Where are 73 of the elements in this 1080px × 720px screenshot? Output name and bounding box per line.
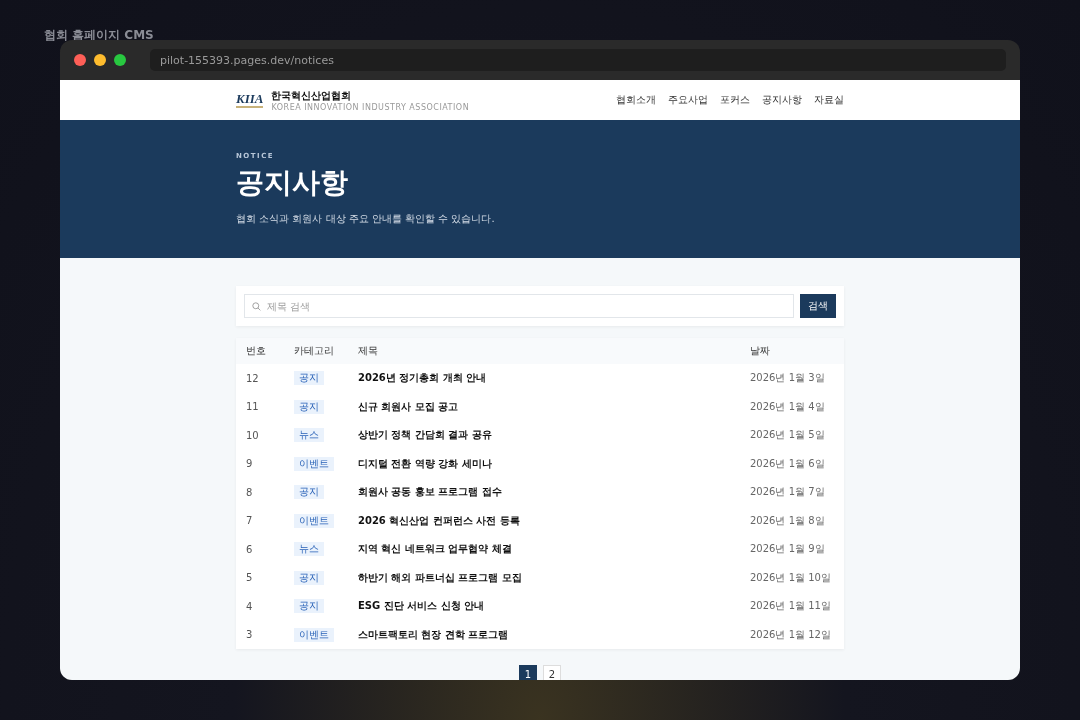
row-number: 11 — [246, 401, 260, 413]
category-tag: 이벤트 — [294, 627, 334, 642]
notice-title-link[interactable]: 회원사 공동 홍보 프로그램 접수 — [358, 485, 750, 500]
notice-title-link[interactable]: 상반기 정책 간담회 결과 공유 — [358, 428, 750, 443]
category-tag: 공지 — [294, 599, 324, 614]
search-button[interactable]: 검색 — [800, 294, 836, 318]
row-number: 12 — [246, 372, 260, 384]
table-row[interactable]: 7 이벤트 2026 혁신산업 컨퍼런스 사전 등록 2026년 1월 8일 — [236, 506, 844, 535]
table-row[interactable]: 10 뉴스 상반기 정책 간담회 결과 공유 2026년 1월 5일 — [236, 421, 844, 450]
column-header: 카테고리 — [294, 344, 335, 358]
row-number: 8 — [246, 486, 254, 498]
notice-date: 2026년 1월 4일 — [750, 399, 826, 414]
notice-title-link[interactable]: 하반기 해외 파트너십 프로그램 모집 — [358, 570, 750, 585]
category-tag: 공지 — [294, 485, 324, 500]
notice-title-link[interactable]: 스마트팩토리 현장 견학 프로그램 — [358, 627, 750, 642]
table-row[interactable]: 5 공지 하반기 해외 파트너십 프로그램 모집 2026년 1월 10일 — [236, 563, 844, 592]
category-tag: 뉴스 — [294, 542, 324, 557]
minimize-button[interactable] — [94, 54, 106, 66]
notice-date: 2026년 1월 7일 — [750, 485, 826, 500]
close-button[interactable] — [74, 54, 86, 66]
nav-link[interactable]: 포커스 — [720, 93, 750, 107]
notice-title-link[interactable]: ESG 진단 서비스 신청 안내 — [358, 599, 750, 614]
row-number: 6 — [246, 543, 254, 555]
table-row[interactable]: 6 뉴스 지역 혁신 네트워크 업무협약 체결 2026년 1월 9일 — [236, 535, 844, 564]
row-number: 4 — [246, 600, 254, 612]
search-icon — [252, 301, 261, 311]
search-field[interactable]: 제목 검색 — [244, 294, 794, 318]
row-number: 3 — [246, 629, 254, 641]
page-button[interactable]: 2 — [543, 665, 561, 680]
notice-date: 2026년 1월 3일 — [750, 371, 826, 386]
notice-date: 2026년 1월 6일 — [750, 456, 826, 471]
column-header: 날짜 — [750, 344, 771, 358]
table-row[interactable]: 9 이벤트 디지털 전환 역량 강화 세미나 2026년 1월 6일 — [236, 449, 844, 478]
nav-link[interactable]: 주요사업 — [668, 93, 708, 107]
table-row[interactable]: 12 공지 2026년 정기총회 개최 안내 2026년 1월 3일 — [236, 364, 844, 393]
row-number: 7 — [246, 515, 254, 527]
row-number: 9 — [246, 458, 254, 470]
nav-link[interactable]: 공지사항 — [762, 93, 802, 107]
notice-date: 2026년 1월 11일 — [750, 599, 832, 614]
org-subtitle: KOREA INNOVATION INDUSTRY ASSOCIATION — [271, 102, 470, 112]
page-button[interactable]: 1 — [519, 665, 537, 680]
table-row[interactable]: 4 공지 ESG 진단 서비스 신청 안내 2026년 1월 11일 — [236, 592, 844, 621]
notice-date: 2026년 1월 8일 — [750, 513, 826, 528]
category-tag: 공지 — [294, 399, 324, 414]
category-tag: 이벤트 — [294, 513, 334, 528]
notice-title-link[interactable]: 2026년 정기총회 개최 안내 — [358, 371, 750, 386]
page-title: 공지사항 — [236, 165, 349, 201]
nav-link[interactable]: 협회소개 — [616, 93, 656, 107]
row-number: 10 — [246, 429, 260, 441]
notice-title-link[interactable]: 지역 혁신 네트워크 업무협약 체결 — [358, 542, 750, 557]
row-number: 5 — [246, 572, 254, 584]
nav-link[interactable]: 자료실 — [814, 93, 844, 107]
address-bar[interactable]: pilot-155393.pages.dev/notices — [150, 49, 1006, 71]
notice-date: 2026년 1월 10일 — [750, 570, 832, 585]
table-row[interactable]: 11 공지 신규 회원사 모집 공고 2026년 1월 4일 — [236, 392, 844, 421]
category-tag: 공지 — [294, 570, 324, 585]
logo[interactable]: KIIA — [236, 92, 264, 108]
page-description: 협회 소식과 회원사 대상 주요 안내를 확인할 수 있습니다. — [236, 212, 496, 226]
notice-title-link[interactable]: 신규 회원사 모집 공고 — [358, 399, 750, 414]
notice-date: 2026년 1월 5일 — [750, 428, 826, 443]
notice-date: 2026년 1월 12일 — [750, 627, 832, 642]
column-header: 번호 — [246, 344, 267, 358]
category-tag: 공지 — [294, 371, 324, 386]
notice-title-link[interactable]: 디지털 전환 역량 강화 세미나 — [358, 456, 750, 471]
category-tag: 이벤트 — [294, 456, 334, 471]
category-tag: 뉴스 — [294, 428, 324, 443]
table-row[interactable]: 3 이벤트 스마트팩토리 현장 견학 프로그램 2026년 1월 12일 — [236, 620, 844, 649]
notice-date: 2026년 1월 9일 — [750, 542, 826, 557]
notice-title-link[interactable]: 2026 혁신산업 컨퍼런스 사전 등록 — [358, 513, 750, 528]
maximize-button[interactable] — [114, 54, 126, 66]
column-header: 제목 — [358, 344, 379, 358]
table-row[interactable]: 8 공지 회원사 공동 홍보 프로그램 접수 2026년 1월 7일 — [236, 478, 844, 507]
org-name: 한국혁신산업협회 — [271, 88, 353, 103]
